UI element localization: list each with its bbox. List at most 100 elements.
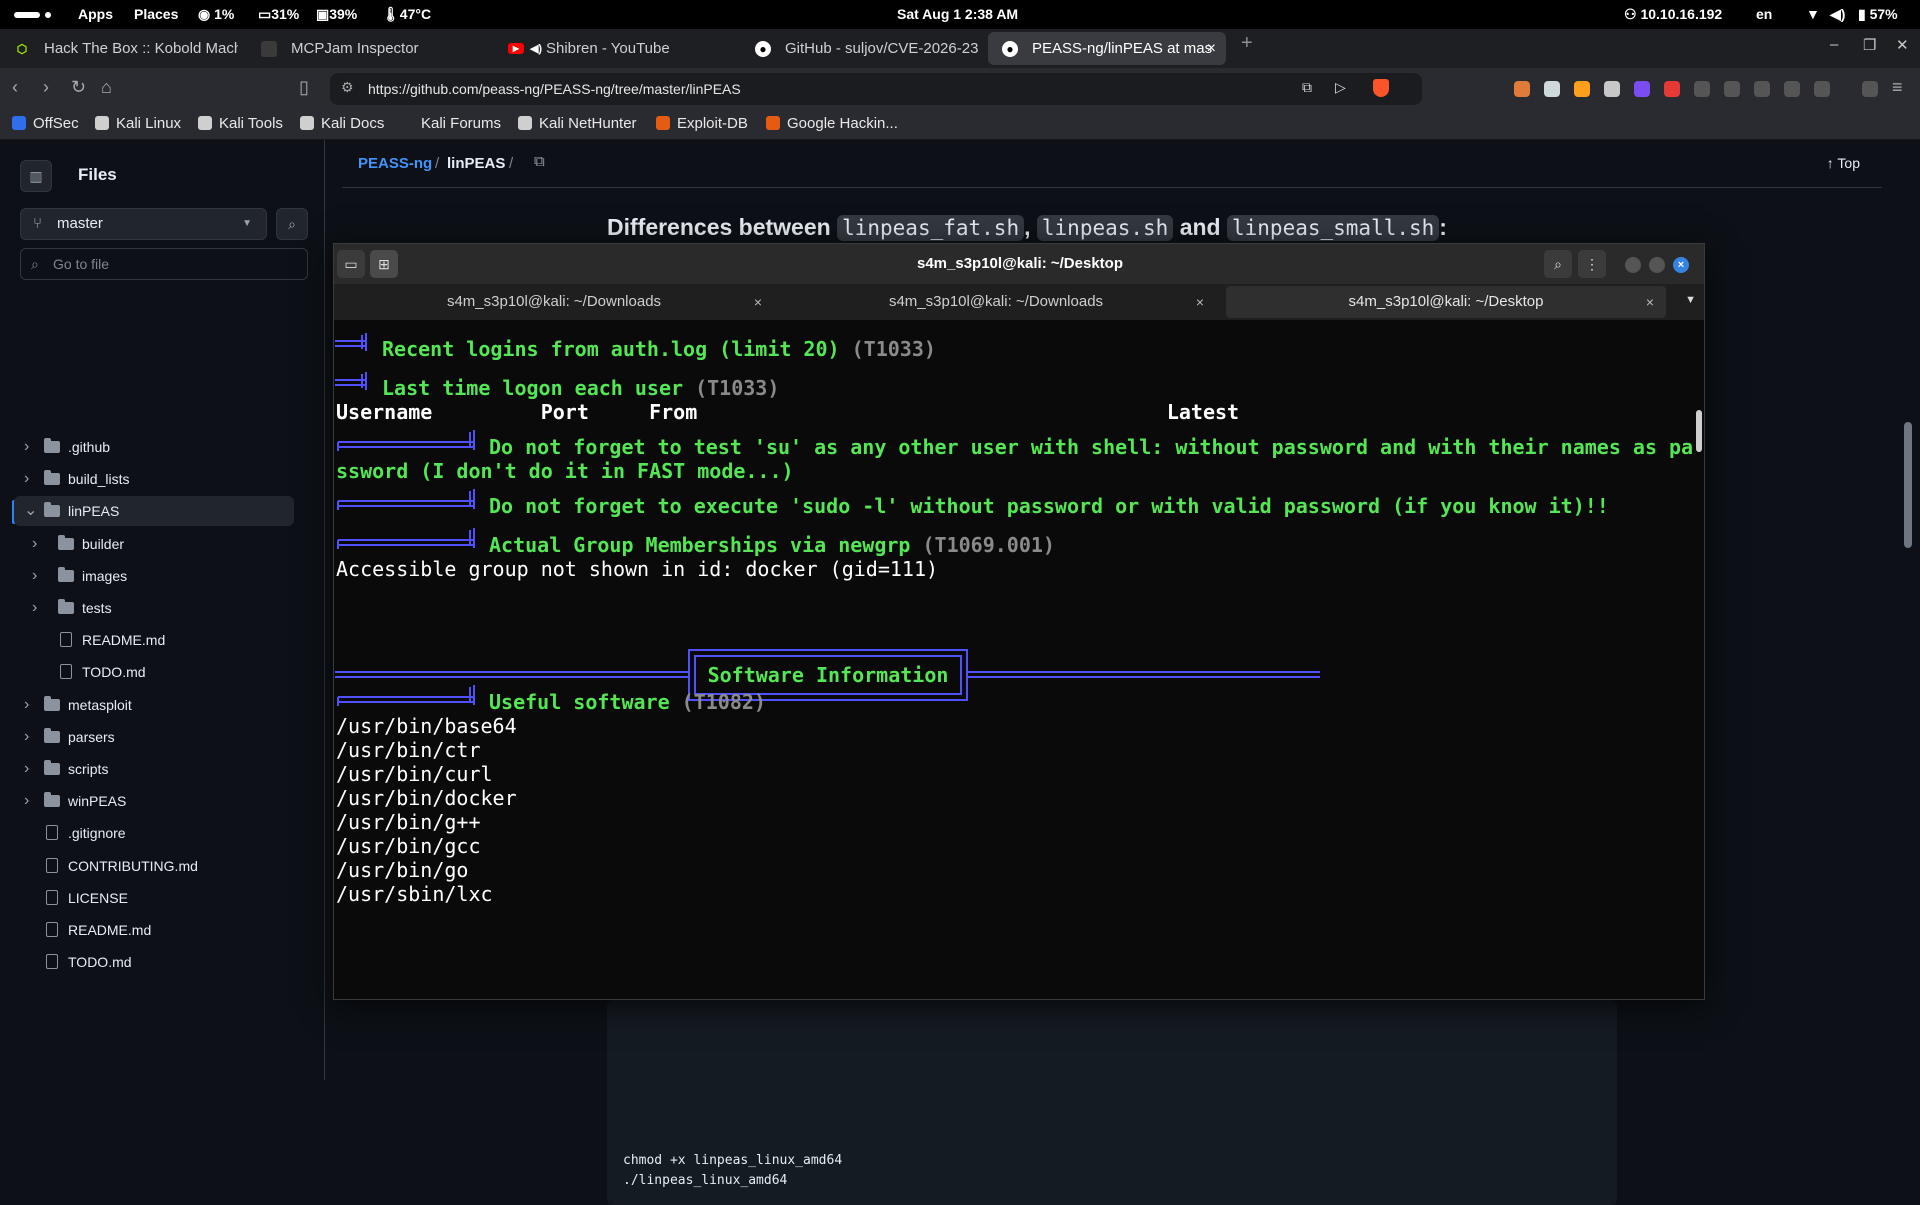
bookmark-kali-forums[interactable]: Kali Forums xyxy=(400,115,501,132)
tree-folder[interactable]: › metasploit xyxy=(14,690,294,720)
extension-badge-icon[interactable] xyxy=(1574,81,1590,97)
reading-list-icon[interactable] xyxy=(1724,81,1740,97)
wifi-icon[interactable]: ▼ xyxy=(1806,6,1820,22)
tree-file[interactable]: .gitignore xyxy=(14,818,294,848)
tree-file[interactable]: TODO.md xyxy=(14,657,294,687)
workspace-indicator[interactable] xyxy=(14,12,40,18)
tab-hackthebox[interactable]: ⬡ Hack The Box :: Kobold Machi xyxy=(0,32,238,65)
tree-folder[interactable]: › parsers xyxy=(14,722,294,752)
tree-folder[interactable]: › build_lists xyxy=(14,464,294,494)
terminal-tab-downloads-2[interactable]: s4m_s3p10l@kali: ~/Downloads × xyxy=(776,286,1216,318)
maximize-icon[interactable] xyxy=(1649,257,1665,273)
chevron-right-icon[interactable]: › xyxy=(24,432,29,462)
terminal-tab-downloads-1[interactable]: s4m_s3p10l@kali: ~/Downloads × xyxy=(334,286,774,318)
tree-folder[interactable]: ⌄ linPEAS xyxy=(14,496,294,527)
reload-icon[interactable]: ↻ xyxy=(71,77,86,98)
menu-kebab-icon[interactable]: ⋮ xyxy=(1578,250,1606,278)
tree-folder[interactable]: › winPEAS xyxy=(14,786,294,816)
terminal-titlebar[interactable]: ▭ ⊞ s4m_s3p10l@kali: ~/Desktop ⌕ ⋮ × xyxy=(334,244,1704,284)
bookmark-kali-nethunter[interactable]: Kali NetHunter xyxy=(518,115,637,132)
tab-list-chevron-icon[interactable]: ▼ xyxy=(1685,294,1696,306)
address-bar[interactable]: ⚙ https://github.com/peass-ng/PEASS-ng/t… xyxy=(330,73,1422,105)
downloads-icon[interactable] xyxy=(1754,81,1770,97)
tree-file[interactable]: CONTRIBUTING.md xyxy=(14,851,294,881)
tree-file[interactable]: README.md xyxy=(14,915,294,945)
media-icon[interactable] xyxy=(1862,81,1878,97)
apps-menu[interactable]: Apps xyxy=(78,6,113,22)
chevron-right-icon[interactable]: › xyxy=(32,529,37,559)
bookmark-google-hacking[interactable]: Google Hackin... xyxy=(766,115,898,132)
volume-icon[interactable]: ◀) xyxy=(1830,6,1845,23)
tree-folder[interactable]: › scripts xyxy=(14,754,294,784)
chevron-down-icon[interactable]: ⌄ xyxy=(24,496,37,526)
tree-file[interactable]: README.md xyxy=(14,625,294,655)
extension-star-icon[interactable] xyxy=(1634,81,1650,97)
bookmark-icon[interactable]: ▯ xyxy=(299,77,309,98)
tree-folder[interactable]: › images xyxy=(14,561,294,591)
tab-youtube[interactable]: ▶ ◀) Shibren - YouTube xyxy=(494,32,732,65)
go-to-file-input[interactable]: ⌕ Go to file xyxy=(20,248,308,280)
bookmark-kali-tools[interactable]: Kali Tools xyxy=(198,115,283,132)
cast-icon[interactable]: ⧉ xyxy=(1302,79,1312,96)
extension-counter-icon[interactable] xyxy=(1664,81,1680,97)
terminal-scrollbar-thumb[interactable] xyxy=(1696,410,1702,452)
forward-icon[interactable]: › xyxy=(43,77,49,98)
chevron-right-icon[interactable]: › xyxy=(24,690,29,720)
back-to-top-button[interactable]: ↑ Top xyxy=(1827,155,1860,171)
qr-icon[interactable] xyxy=(1784,81,1800,97)
places-menu[interactable]: Places xyxy=(134,6,178,22)
copy-path-icon[interactable]: ⧉ xyxy=(534,153,545,170)
close-tab-icon[interactable]: × xyxy=(1207,32,1216,65)
chevron-right-icon[interactable]: › xyxy=(24,786,29,816)
collapse-panel-icon[interactable]: ▥ xyxy=(20,160,52,192)
brave-shield-icon[interactable] xyxy=(1373,79,1389,97)
minimize-icon[interactable]: – xyxy=(1830,36,1838,53)
tab-github-cve[interactable]: ● GitHub - suljov/CVE-2026-23 xyxy=(741,32,979,65)
tab-linpeas[interactable]: ● PEASS-ng/linPEAS at mas × xyxy=(988,32,1226,65)
extension-cookie-icon[interactable] xyxy=(1514,81,1530,97)
tree-file[interactable]: TODO.md xyxy=(14,947,294,977)
chevron-right-icon[interactable]: › xyxy=(24,464,29,494)
workspace-dot[interactable] xyxy=(45,12,51,18)
chevron-right-icon[interactable]: › xyxy=(32,561,37,591)
url-text[interactable]: https://github.com/peass-ng/PEASS-ng/tre… xyxy=(368,81,741,97)
menu-icon[interactable]: ≡ xyxy=(1892,77,1903,98)
back-icon[interactable]: ‹ xyxy=(12,77,18,98)
tree-folder[interactable]: › tests xyxy=(14,593,294,623)
tree-folder[interactable]: › builder xyxy=(14,529,294,559)
terminal-output[interactable]: Recent logins from auth.log (limit 20) (… xyxy=(334,320,1704,999)
send-icon[interactable]: ▷ xyxy=(1335,79,1346,96)
search-files-button[interactable]: ⌕ xyxy=(276,208,308,240)
close-tab-icon[interactable]: × xyxy=(1646,286,1654,318)
close-window-icon[interactable]: ✕ xyxy=(1896,36,1909,54)
terminal-tab-desktop[interactable]: s4m_s3p10l@kali: ~/Desktop × xyxy=(1226,286,1666,318)
chevron-right-icon[interactable]: › xyxy=(24,722,29,752)
maximize-icon[interactable]: ❐ xyxy=(1863,36,1876,54)
chevron-right-icon[interactable]: › xyxy=(32,593,37,623)
branch-selector[interactable]: ⑂ master ▼ xyxy=(20,208,267,240)
bookmark-exploit-db[interactable]: Exploit-DB xyxy=(656,115,748,132)
close-icon[interactable]: × xyxy=(1673,257,1689,273)
extension-shield-icon[interactable] xyxy=(1604,81,1620,97)
tree-file[interactable]: LICENSE xyxy=(14,883,294,913)
link-icon[interactable] xyxy=(1814,81,1830,97)
new-tab-button[interactable]: + xyxy=(1241,32,1253,55)
chevron-right-icon[interactable]: › xyxy=(24,754,29,784)
tree-folder[interactable]: › .github xyxy=(14,432,294,462)
page-scrollbar[interactable] xyxy=(1903,140,1913,1080)
bookmark-kali-docs[interactable]: Kali Docs xyxy=(300,115,384,132)
close-tab-icon[interactable]: × xyxy=(1196,286,1204,318)
extensions-puzzle-icon[interactable] xyxy=(1694,81,1710,97)
page-scrollbar-thumb[interactable] xyxy=(1904,422,1912,548)
search-icon[interactable]: ⌕ xyxy=(1544,250,1572,278)
extension-owl-icon[interactable] xyxy=(1544,81,1560,97)
clock[interactable]: Sat Aug 1 2:38 AM xyxy=(897,6,1018,22)
bookmark-kali-linux[interactable]: Kali Linux xyxy=(95,115,181,132)
tab-mcpjam[interactable]: MCPJam Inspector xyxy=(247,32,485,65)
bookmark-offsec[interactable]: OffSec xyxy=(12,115,79,132)
close-tab-icon[interactable]: × xyxy=(754,286,762,318)
home-icon[interactable]: ⌂ xyxy=(101,77,112,98)
keyboard-layout[interactable]: en xyxy=(1756,6,1772,22)
minimize-icon[interactable] xyxy=(1625,257,1641,273)
battery-indicator[interactable]: ▮ 57% xyxy=(1858,6,1898,23)
